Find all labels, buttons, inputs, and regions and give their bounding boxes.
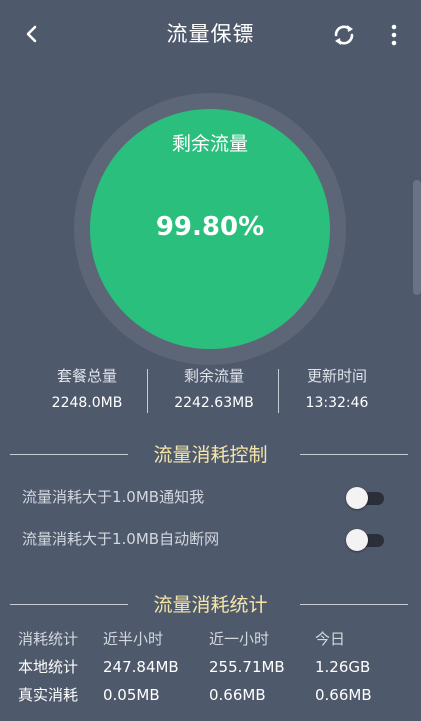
column-header: 近一小时 [209,630,270,648]
stat-remaining: 剩余流量 2242.63MB [144,365,284,414]
header-line [300,454,408,455]
gauge-ring: 剩余流量 99.80% [74,93,346,365]
table-cell: 真实消耗 [18,686,79,704]
switch-knob [346,487,368,509]
table-cell: 0.05MB [103,686,160,704]
refresh-button[interactable] [327,18,361,52]
switch-knob [346,529,368,551]
table-cell: 0.66MB [209,686,266,704]
table-cell: 255.71MB [209,658,285,676]
stat-total-value: 2248.0MB [51,395,123,411]
table-header-row: 消耗统计 近半小时 近一小时 今日 [0,626,421,654]
header-line [300,604,408,605]
stat-update-time-label: 更新时间 [306,367,367,385]
stat-total: 套餐总量 2248.0MB [17,365,157,414]
top-app-bar: 流量保镖 [0,0,421,70]
notify-toggle-label: 流量消耗大于1.0MB通知我 [22,488,205,506]
column-header: 近半小时 [103,630,164,648]
notify-switch[interactable] [346,487,384,509]
table-cell: 0.66MB [315,686,372,704]
scrollbar-thumb[interactable] [413,180,421,295]
gauge-percent: 99.80% [155,212,265,242]
table-row: 本地统计 247.84MB 255.71MB 1.26GB [0,654,421,682]
column-header: 消耗统计 [18,630,79,648]
stat-remaining-value: 2242.63MB [174,395,254,411]
stat-update-time: 更新时间 13:32:46 [267,365,407,414]
auto-disconnect-toggle-label: 流量消耗大于1.0MB自动断网 [22,530,220,548]
statistics-section-header: 流量消耗统计 [0,590,421,620]
stat-update-time-value: 13:32:46 [305,395,369,411]
table-cell: 247.84MB [103,658,179,676]
more-options-button[interactable] [383,18,405,52]
stat-total-label: 套餐总量 [56,367,117,385]
usage-summary: 套餐总量 2248.0MB 剩余流量 2242.63MB 更新时间 13:32:… [0,365,421,415]
stat-remaining-label: 剩余流量 [183,367,244,385]
notify-toggle-row: 流量消耗大于1.0MB通知我 [0,482,421,512]
remaining-gauge: 剩余流量 99.80% [90,109,330,349]
sync-icon [334,25,354,45]
gauge-label: 剩余流量 [171,133,248,155]
table-cell: 1.26GB [315,658,371,676]
table-cell: 本地统计 [18,658,79,676]
auto-disconnect-switch[interactable] [346,529,384,551]
more-vert-icon [391,24,397,46]
table-row: 真实消耗 0.05MB 0.66MB 0.66MB [0,682,421,710]
column-header: 今日 [315,630,346,648]
control-section-header: 流量消耗控制 [0,440,421,470]
auto-disconnect-toggle-row: 流量消耗大于1.0MB自动断网 [0,524,421,554]
